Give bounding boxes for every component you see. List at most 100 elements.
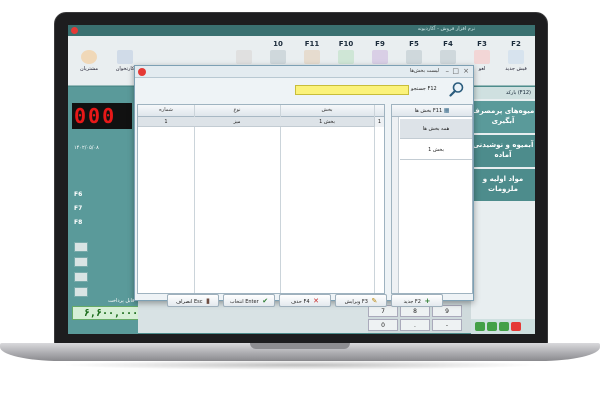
maximize-icon[interactable]: □ [452, 67, 459, 76]
dialog-titlebar: لیست بخش‌ها – □ × [135, 66, 473, 78]
pencil-icon: ✎ [371, 297, 378, 305]
right-panel: بارکد (F12) میوه‌های پرمصرف آبگیری آبمیو… [471, 87, 535, 334]
side-list-header: بخش ها F11 ▦ [392, 105, 472, 117]
settings-icon [236, 50, 252, 64]
cancel-label: انصراف Esc [175, 299, 203, 305]
delete-button[interactable]: حذف F4 ✕ [279, 294, 331, 307]
close-icon[interactable]: × [463, 67, 469, 76]
app-close-icon[interactable] [71, 27, 78, 34]
gift-icon[interactable] [74, 287, 88, 297]
search-label: جستجو F12 [411, 86, 437, 92]
f6-key[interactable]: F6 [74, 191, 92, 201]
list-item-section-1[interactable]: بخش 1 [400, 140, 472, 160]
grid-header: شماره نوع بخش [138, 105, 384, 117]
laptop-shadow [60, 360, 540, 370]
laptop-notch [250, 343, 350, 349]
search-input[interactable] [295, 85, 409, 95]
toolbar-label: لغو [478, 66, 486, 72]
toolbar-key: F2 [511, 40, 521, 48]
right-panel-actions [471, 319, 535, 334]
cell-number: 1 [164, 119, 168, 125]
new-button[interactable]: جدید F2 + [391, 294, 443, 307]
lock-icon[interactable] [74, 257, 88, 267]
toolbar-key: 10 [273, 40, 283, 48]
toolbar-key: F10 [338, 40, 354, 48]
card-reader-icon [117, 50, 133, 64]
search-row: جستجو F12 [135, 79, 473, 101]
numpad-key[interactable]: 0 [368, 319, 398, 331]
app-titlebar: نرم افزار فروش - آکاردیونه [68, 25, 535, 36]
grid-divider [374, 105, 375, 293]
record-icon [138, 68, 146, 76]
cancel-button[interactable]: انصراف Esc ▮ [167, 294, 219, 307]
search-icon[interactable] [449, 81, 465, 97]
sections-grid: شماره نوع بخش 1 میز بخش 1 1 [137, 104, 385, 294]
list-item-all-sections[interactable]: همه بخش ها [400, 119, 472, 139]
sections-side-list: بخش ها F11 ▦ همه بخش ها بخش 1 [391, 104, 473, 294]
minimize-icon[interactable]: – [446, 67, 450, 76]
f8-key[interactable]: F8 [74, 219, 92, 229]
side-tool-icon[interactable] [74, 242, 88, 252]
counter-display: 000 [72, 103, 132, 129]
customers-icon [81, 50, 97, 64]
select-label: انتخاب Enter [229, 299, 259, 305]
row-indicator: 1 [374, 117, 384, 127]
receipt-icon [508, 50, 524, 64]
side-list-title: بخش ها F11 [414, 108, 443, 114]
dialog-title: لیست بخش‌ها [409, 68, 439, 74]
edit-icon[interactable] [74, 272, 88, 282]
toolbar-button-customers[interactable]: مشتریان [72, 40, 106, 80]
calculator-icon [270, 50, 286, 64]
sections-dialog: لیست بخش‌ها – □ × جستجو F12 شماره نوع بخ… [134, 65, 474, 307]
new-label: جدید F2 [403, 299, 421, 305]
dialog-buttons: انصراف Esc ▮ انتخاب Enter ✔ حذف F4 ✕ ویر… [135, 294, 473, 316]
report-icon [372, 50, 388, 64]
edit-button[interactable]: ویرایش F3 ✎ [335, 294, 387, 307]
edit-label: ویرایش F3 [344, 299, 368, 305]
delete-icon: ✕ [313, 297, 320, 305]
confirm-icon[interactable] [499, 322, 509, 331]
toolbar-key: F3 [477, 40, 487, 48]
check-icon: ✔ [262, 297, 269, 305]
printer-icon [406, 50, 422, 64]
plus-icon: + [424, 297, 431, 305]
category-fruits[interactable]: میوه‌های پرمصرف آبگیری [471, 101, 535, 133]
cancel-icon [474, 50, 490, 64]
column-header-number[interactable]: شماره [138, 107, 194, 113]
numpad-key[interactable]: - [432, 319, 462, 331]
column-header-section[interactable]: بخش [280, 107, 374, 113]
category-supplies[interactable]: مواد اولیه و ملزومات [471, 169, 535, 201]
grid-divider [280, 105, 281, 293]
date-label: ۱۴۰۲/۰۵/۰۸ [74, 145, 99, 151]
cell-type: میز [233, 119, 241, 125]
left-panel: 000 ۱۴۰۲/۰۵/۰۸ F6 F7 F8 [68, 87, 138, 334]
barcode-label: بارکد (F12) [471, 87, 535, 99]
save-icon[interactable] [487, 322, 497, 331]
f7-key[interactable]: F7 [74, 205, 92, 215]
select-button[interactable]: انتخاب Enter ✔ [223, 294, 275, 307]
column-header-type[interactable]: نوع [194, 107, 280, 113]
app-title: نرم افزار فروش - آکاردیونه [417, 26, 475, 32]
cell-section: بخش 1 [319, 119, 335, 125]
toolbar-key: F9 [375, 40, 385, 48]
toolbar-key: F5 [409, 40, 419, 48]
cash-icon [338, 50, 354, 64]
side-list-scrollbar[interactable] [392, 117, 399, 293]
toolbar-key: F4 [443, 40, 453, 48]
delete-label: حذف F4 [290, 299, 310, 305]
toolbar-button-new-invoice[interactable]: F2 فیش جدید [499, 40, 533, 80]
grid-icon: ▦ [443, 107, 450, 114]
toolbar-label: فیش جدید [505, 66, 527, 72]
grid-divider [194, 105, 195, 293]
document-icon [440, 50, 456, 64]
toolbar-key: F11 [304, 40, 320, 48]
exit-icon: ▮ [206, 297, 210, 305]
category-drinks[interactable]: آبمیوه و نوشیدنی آماده [471, 135, 535, 167]
remove-icon[interactable] [511, 322, 521, 331]
toolbar-label: مشتریان [80, 66, 98, 72]
table-row[interactable]: 1 میز بخش 1 [138, 117, 384, 127]
add-icon[interactable] [475, 322, 485, 331]
total-label: قابل پرداخت [108, 298, 135, 304]
toolbar-label: کارتخوان [115, 66, 135, 72]
numpad-key[interactable]: . [400, 319, 430, 331]
